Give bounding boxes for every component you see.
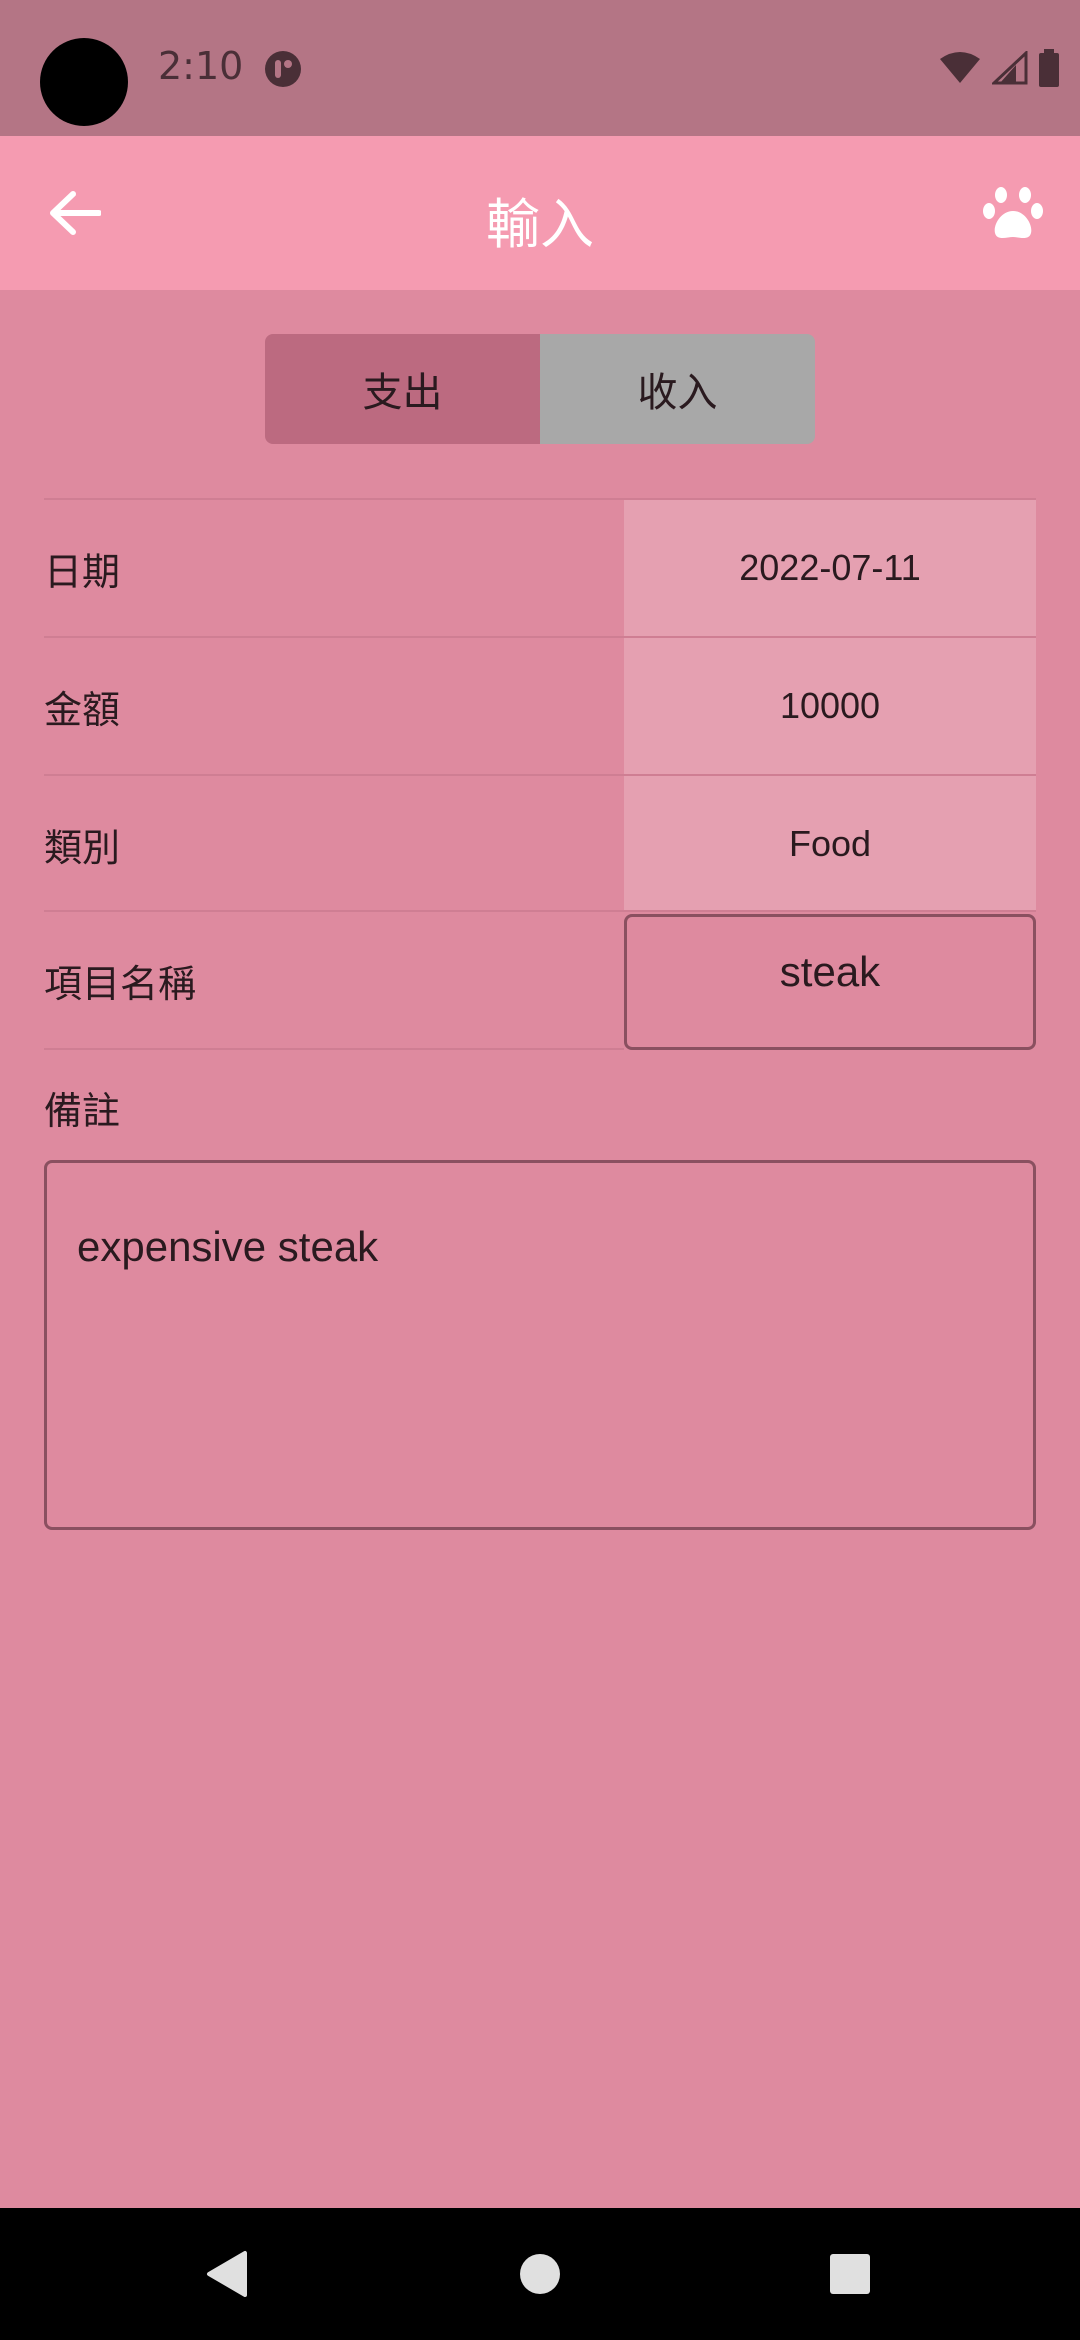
amount-value-button[interactable]: 10000 xyxy=(624,638,1036,774)
app-notification-icon xyxy=(265,51,301,87)
divider xyxy=(44,1048,624,1050)
date-row: 日期 2022-07-11 xyxy=(44,498,1036,636)
nav-recents-button[interactable] xyxy=(810,2234,890,2314)
item-name-label: 項目名稱 xyxy=(44,961,197,1006)
category-value-button[interactable]: Food xyxy=(624,776,1036,912)
category-row: 類別 Food xyxy=(44,774,1036,912)
triangle-back-icon xyxy=(207,2251,247,2297)
item-name-row: 項目名稱 xyxy=(44,910,1036,1050)
app-bar: 輸入 xyxy=(0,136,1080,290)
nav-home-button[interactable] xyxy=(500,2234,580,2314)
date-label: 日期 xyxy=(44,549,121,594)
segment-expense[interactable]: 支出 xyxy=(265,334,540,444)
circle-home-icon xyxy=(520,2254,560,2294)
camera-cutout xyxy=(40,38,128,126)
date-value-button[interactable]: 2022-07-11 xyxy=(624,500,1036,636)
segment-income[interactable]: 收入 xyxy=(540,334,815,444)
note-label: 備註 xyxy=(44,1089,121,1133)
status-icons xyxy=(938,48,1060,88)
nav-back-button[interactable] xyxy=(186,2234,266,2314)
arrow-left-icon xyxy=(50,191,101,235)
amount-row: 金額 10000 xyxy=(44,636,1036,774)
page-title: 輸入 xyxy=(486,193,594,256)
status-time: 2:10 xyxy=(158,44,244,88)
amount-label: 金額 xyxy=(44,687,121,732)
status-bar: 2:10 xyxy=(0,0,1080,136)
system-nav-bar xyxy=(0,2208,1080,2340)
type-segment-control: 支出 收入 xyxy=(265,334,815,444)
note-textarea[interactable]: expensive steak xyxy=(44,1160,1036,1530)
square-recents-icon xyxy=(830,2254,870,2294)
paw-button[interactable] xyxy=(976,176,1050,250)
signal-icon xyxy=(992,51,1028,85)
item-name-input[interactable] xyxy=(624,914,1036,1050)
battery-icon xyxy=(1039,49,1059,87)
wifi-icon xyxy=(940,52,980,83)
back-button[interactable] xyxy=(40,178,110,248)
paw-icon xyxy=(983,187,1043,238)
category-label: 類別 xyxy=(44,825,121,870)
